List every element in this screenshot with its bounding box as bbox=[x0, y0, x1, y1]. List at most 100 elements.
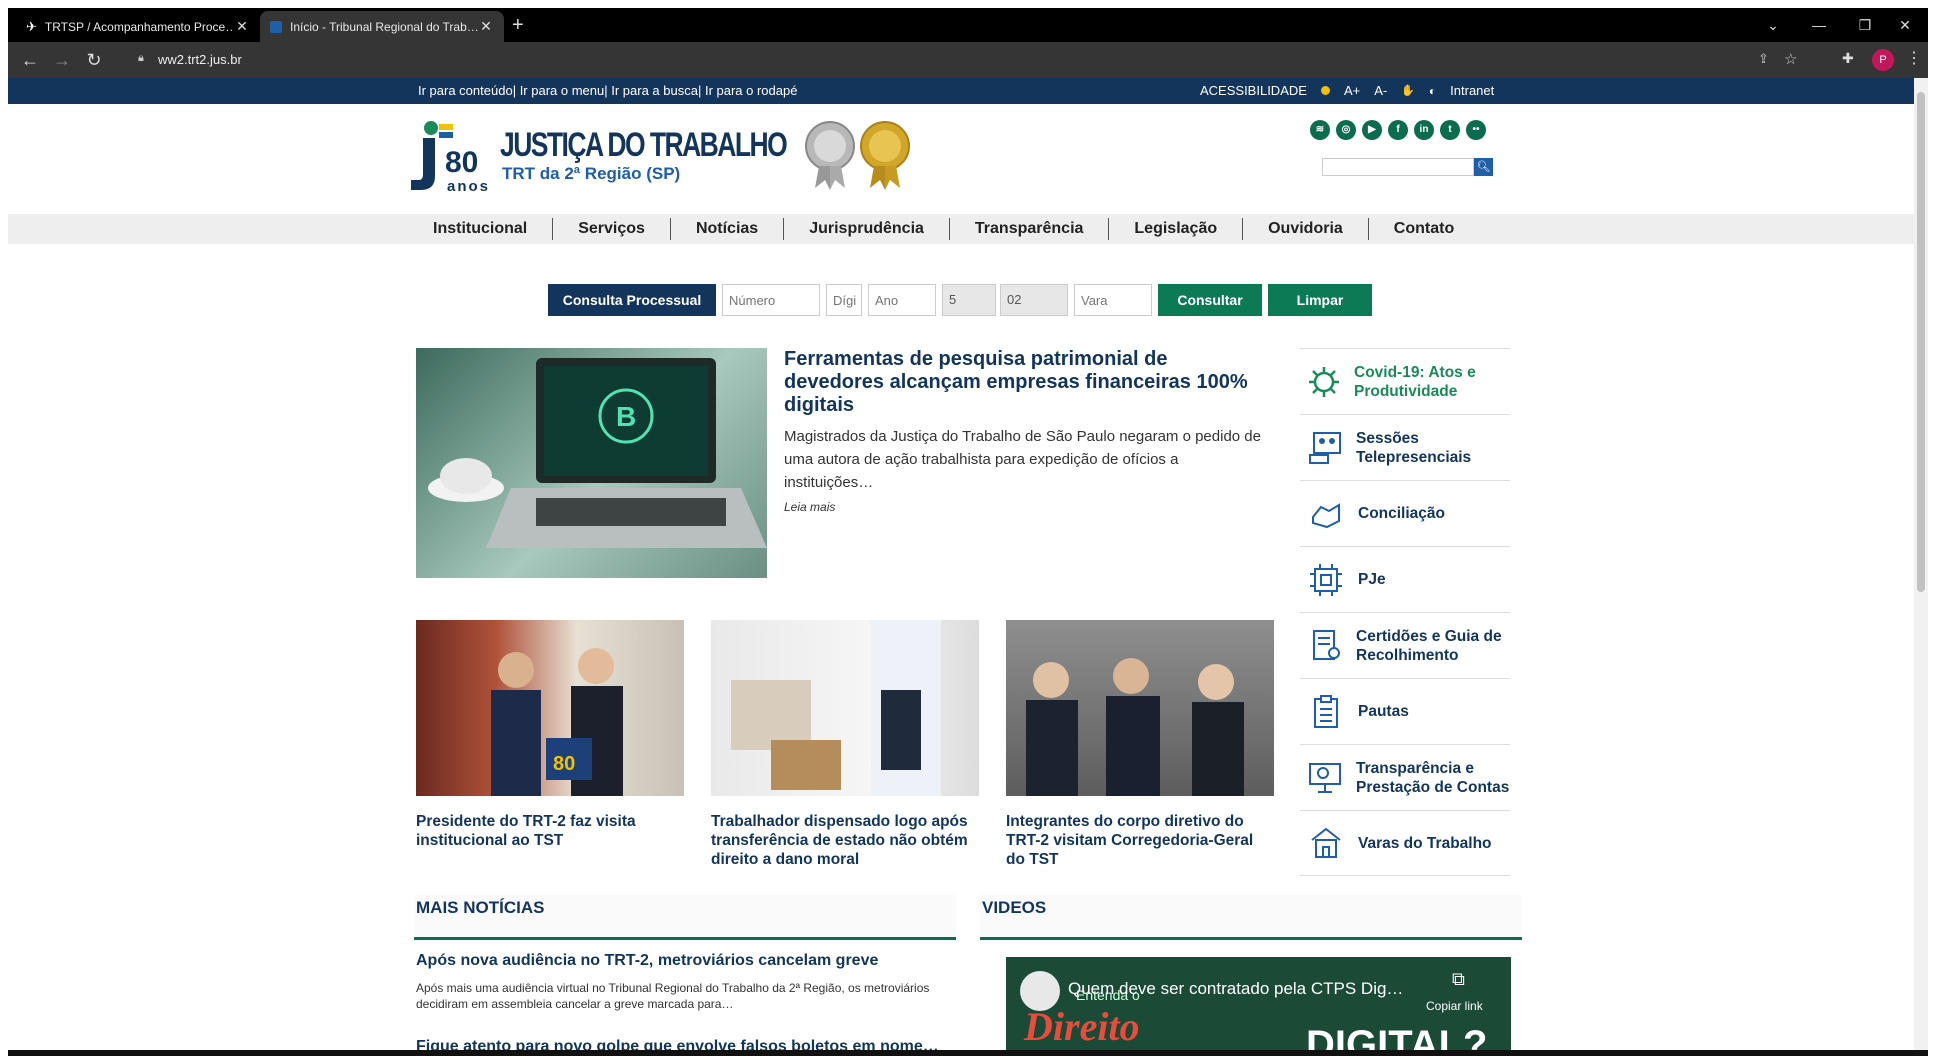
handshake-icon bbox=[1308, 496, 1344, 532]
tab-search-icon[interactable]: ⌄ bbox=[1750, 8, 1796, 42]
tab-title: Início - Tribunal Regional do Trab… bbox=[290, 19, 478, 34]
side-item-sessoes[interactable]: Sessões Telepresenciais bbox=[1300, 414, 1510, 480]
ano-input[interactable] bbox=[868, 284, 936, 316]
trt-favicon-icon bbox=[270, 20, 282, 33]
site-logo[interactable]: 80 anos JUSTIÇA DO TRABALHO TRT da 2ª Re… bbox=[405, 118, 910, 198]
site-search-input[interactable] bbox=[1322, 158, 1474, 176]
more-menu-icon[interactable]: ⋮ bbox=[1906, 48, 1922, 68]
videos-heading: VIDEOS bbox=[982, 898, 1047, 917]
side-item-transparencia[interactable]: Transparência e Prestação de Contas bbox=[1300, 744, 1510, 810]
sub-news-image-1[interactable]: 80 bbox=[416, 620, 684, 796]
accessibility-bar: Ir para conteúdo| Ir para o menu| Ir par… bbox=[8, 78, 1928, 104]
sub-news-title-1[interactable]: Presidente do TRT-2 faz visita instituci… bbox=[416, 812, 684, 850]
skip-to-menu-link[interactable]: Ir para o menu bbox=[520, 83, 605, 98]
certificate-icon bbox=[1308, 628, 1342, 664]
sub-news-image-3[interactable] bbox=[1006, 620, 1274, 796]
side-item-varas[interactable]: Varas do Trabalho bbox=[1300, 810, 1510, 876]
read-more-link[interactable]: Leia mais bbox=[784, 500, 835, 514]
skip-to-search-link[interactable]: Ir para a busca bbox=[611, 83, 698, 98]
limpar-button[interactable]: Limpar bbox=[1268, 284, 1372, 316]
numero-input[interactable] bbox=[722, 284, 820, 316]
chip-icon bbox=[1308, 562, 1344, 598]
accessibility-link[interactable]: ACESSIBILIDADE bbox=[1200, 83, 1307, 98]
sign-language-icon[interactable]: ✋ bbox=[1401, 84, 1415, 97]
more-news-description-1: Após mais uma audiência virtual no Tribu… bbox=[416, 981, 930, 1011]
font-increase-button[interactable]: A+ bbox=[1344, 83, 1360, 98]
mais-noticias-divider bbox=[414, 937, 956, 940]
accessibility-icon[interactable] bbox=[1320, 86, 1330, 95]
side-item-conciliacao[interactable]: Conciliação bbox=[1300, 480, 1510, 546]
youtube-icon[interactable]: ▶ bbox=[1362, 120, 1382, 140]
clipboard-icon bbox=[1308, 694, 1344, 730]
sub-news-image-2[interactable] bbox=[711, 620, 979, 796]
video-player[interactable]: Entenda o Direito DIGITAL? Quem deve ser… bbox=[1006, 957, 1511, 1056]
linkedin-icon[interactable]: in bbox=[1414, 120, 1434, 140]
menu-servicos[interactable]: Serviços bbox=[553, 218, 671, 240]
menu-noticias[interactable]: Notícias bbox=[671, 218, 785, 240]
flickr-icon[interactable]: •• bbox=[1466, 120, 1486, 140]
main-news-description: Magistrados da Justiça do Trabalho de Sã… bbox=[784, 428, 1261, 491]
sub-news-title-3[interactable]: Integrantes do corpo diretivo do TRT-2 v… bbox=[1006, 812, 1274, 869]
copy-link-label[interactable]: Copiar link bbox=[1426, 999, 1483, 1013]
font-decrease-button[interactable]: A- bbox=[1374, 83, 1387, 98]
new-tab-button[interactable]: + bbox=[512, 14, 524, 37]
logo-subtitle: TRT da 2ª Região (SP) bbox=[502, 164, 681, 183]
menu-transparencia[interactable]: Transparência bbox=[950, 218, 1110, 240]
skip-to-footer-link[interactable]: Ir para o rodapé bbox=[705, 83, 798, 98]
back-icon[interactable]: ← bbox=[18, 48, 42, 72]
url-text: ww2.trt2.jus.br bbox=[158, 52, 242, 67]
close-window-icon[interactable]: ✕ bbox=[1882, 8, 1928, 42]
accessibility-controls: ACESSIBILIDADE A+ A- ✋ ◐ Intranet bbox=[1200, 83, 1494, 98]
consultar-button[interactable]: Consultar bbox=[1158, 284, 1262, 316]
side-item-pje[interactable]: PJe bbox=[1300, 546, 1510, 612]
facebook-icon[interactable]: f bbox=[1388, 120, 1408, 140]
share-icon[interactable]: ⇪ bbox=[1758, 51, 1769, 67]
menu-ouvidoria[interactable]: Ouvidoria bbox=[1243, 218, 1369, 240]
main-menu: Institucional Serviços Notícias Jurispru… bbox=[408, 214, 1479, 244]
close-tab-icon[interactable]: ✕ bbox=[234, 18, 250, 35]
browser-tab-bar: ✈ TRTSP / Acompanhamento Proce… ✕ Início… bbox=[8, 8, 1928, 42]
address-bar[interactable]: 🔒︎ ww2.trt2.jus.br ⇪ ☆ bbox=[124, 46, 1804, 74]
side-item-label: PJe bbox=[1358, 571, 1386, 588]
browser-toolbar: ← → ↻ 🔒︎ ww2.trt2.jus.br ⇪ ☆ ✚ P ⋮ bbox=[8, 42, 1928, 78]
bookmark-star-icon[interactable]: ☆ bbox=[1784, 50, 1797, 68]
more-news-title-1[interactable]: Após nova audiência no TRT-2, metroviári… bbox=[416, 952, 878, 970]
rss-icon[interactable]: ≋ bbox=[1310, 120, 1330, 140]
extensions-icon[interactable]: ✚ bbox=[1842, 50, 1854, 67]
menu-legislacao[interactable]: Legislação bbox=[1109, 218, 1244, 240]
menu-contato[interactable]: Contato bbox=[1369, 218, 1479, 240]
video-title[interactable]: Quem deve ser contratado pela CTPS Dig… bbox=[1068, 979, 1403, 999]
office-worker-photo bbox=[731, 620, 941, 796]
twitter-icon[interactable]: t bbox=[1440, 120, 1460, 140]
skip-to-content-link[interactable]: Ir para conteúdo bbox=[418, 83, 513, 98]
search-icon[interactable]: 🔍︎ bbox=[1474, 158, 1493, 176]
minimize-icon[interactable]: — bbox=[1796, 8, 1842, 42]
intranet-link[interactable]: Intranet bbox=[1450, 83, 1494, 98]
forward-icon[interactable]: → bbox=[50, 48, 74, 72]
scrollbar-thumb[interactable] bbox=[1917, 92, 1925, 592]
video-overlay-word: Direito bbox=[1024, 1004, 1140, 1049]
side-item-pautas[interactable]: Pautas bbox=[1300, 678, 1510, 744]
browser-tab-2[interactable]: Início - Tribunal Regional do Trab… ✕ bbox=[260, 11, 504, 42]
side-item-covid[interactable]: Covid-19: Atos e Produtividade bbox=[1300, 348, 1510, 414]
menu-jurisprudencia[interactable]: Jurisprudência bbox=[784, 218, 950, 240]
reload-icon[interactable]: ↻ bbox=[82, 48, 106, 72]
instagram-icon[interactable]: ◎ bbox=[1336, 120, 1356, 140]
sub-news-title-2[interactable]: Trabalhador dispensado logo após transfe… bbox=[711, 812, 979, 869]
side-item-certidoes[interactable]: Certidões e Guia de Recolhimento bbox=[1300, 612, 1510, 678]
menu-institucional[interactable]: Institucional bbox=[408, 218, 554, 240]
close-tab-icon[interactable]: ✕ bbox=[478, 18, 494, 35]
browser-tab-1[interactable]: ✈ TRTSP / Acompanhamento Proce… ✕ bbox=[16, 11, 260, 42]
page-scrollbar[interactable] bbox=[1914, 78, 1928, 1050]
main-news-image[interactable]: B bbox=[416, 348, 767, 578]
lock-icon: 🔒︎ bbox=[138, 52, 144, 64]
main-menu-bar: Institucional Serviços Notícias Jurispru… bbox=[8, 214, 1928, 244]
vara-input[interactable] bbox=[1074, 284, 1152, 316]
profile-avatar[interactable]: P bbox=[1872, 49, 1894, 71]
digito-input[interactable] bbox=[826, 284, 862, 316]
copy-link-icon[interactable]: ⧉ bbox=[1452, 969, 1465, 990]
contrast-icon[interactable]: ◐ bbox=[1429, 84, 1436, 98]
plane-favicon-icon: ✈ bbox=[26, 18, 37, 34]
main-news-title[interactable]: Ferramentas de pesquisa patrimonial de d… bbox=[784, 348, 1264, 417]
group-photo bbox=[1026, 658, 1244, 796]
